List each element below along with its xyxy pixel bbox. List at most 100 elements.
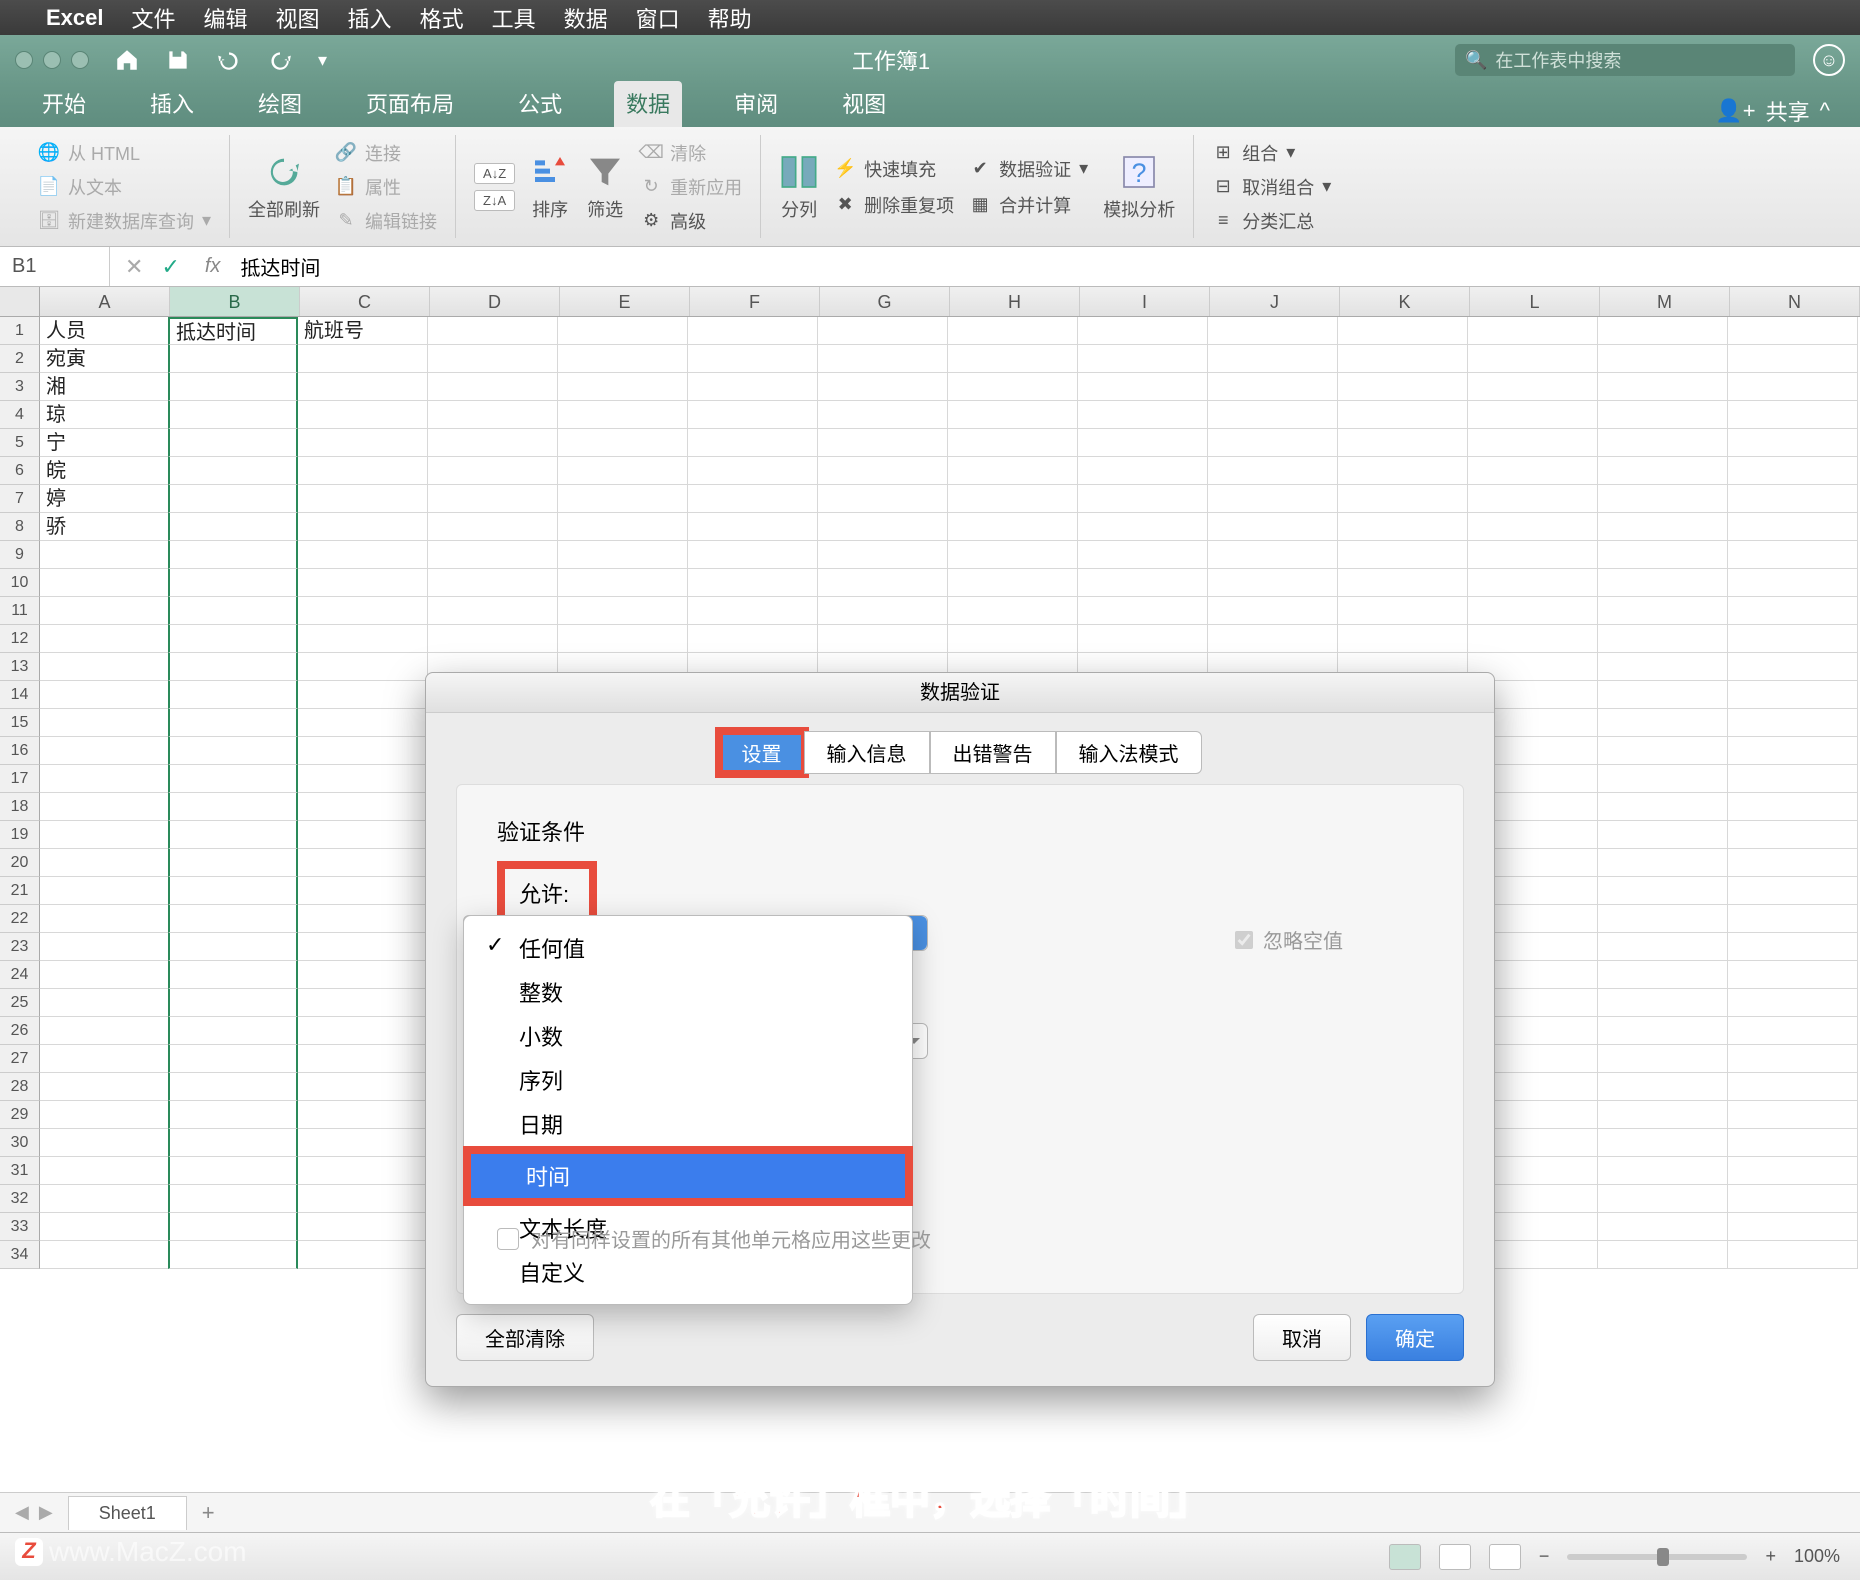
group-button[interactable]: ⊞组合▾: [1212, 140, 1331, 166]
cell[interactable]: [1598, 401, 1728, 429]
row-header[interactable]: 19: [0, 821, 40, 849]
row-header[interactable]: 34: [0, 1241, 40, 1269]
cell[interactable]: [298, 877, 428, 905]
cell[interactable]: [428, 317, 558, 345]
row-header[interactable]: 10: [0, 569, 40, 597]
cell[interactable]: [1208, 401, 1338, 429]
cell[interactable]: [298, 1045, 428, 1073]
cell[interactable]: [1208, 317, 1338, 345]
add-sheet-button[interactable]: +: [187, 1494, 230, 1532]
cell[interactable]: 人员: [40, 317, 170, 345]
row-header[interactable]: 30: [0, 1129, 40, 1157]
row-header[interactable]: 4: [0, 401, 40, 429]
cell[interactable]: [1728, 877, 1858, 905]
cell[interactable]: [1598, 1017, 1728, 1045]
cell[interactable]: [40, 569, 170, 597]
cell[interactable]: [1598, 1213, 1728, 1241]
cell[interactable]: [1598, 1157, 1728, 1185]
cell[interactable]: [948, 569, 1078, 597]
cell[interactable]: [558, 317, 688, 345]
cell[interactable]: [428, 373, 558, 401]
cell[interactable]: [1468, 373, 1598, 401]
cell[interactable]: [168, 541, 298, 569]
row-header[interactable]: 24: [0, 961, 40, 989]
col-header-F[interactable]: F: [690, 287, 820, 316]
col-header-H[interactable]: H: [950, 287, 1080, 316]
cell[interactable]: 皖: [40, 457, 170, 485]
cell[interactable]: [1728, 1045, 1858, 1073]
cell[interactable]: [1598, 653, 1728, 681]
cell[interactable]: [1728, 1073, 1858, 1101]
row-header[interactable]: 3: [0, 373, 40, 401]
minimize-window-icon[interactable]: [43, 51, 61, 69]
cell[interactable]: [40, 541, 170, 569]
search-box[interactable]: 🔍 在工作表中搜索: [1455, 44, 1795, 76]
cell[interactable]: [558, 373, 688, 401]
cell[interactable]: [168, 737, 298, 765]
col-header-E[interactable]: E: [560, 287, 690, 316]
cell[interactable]: [1728, 821, 1858, 849]
flash-fill-button[interactable]: ⚡快速填充: [834, 156, 954, 182]
cell[interactable]: [558, 597, 688, 625]
cell[interactable]: [298, 653, 428, 681]
cell[interactable]: [298, 1185, 428, 1213]
cell[interactable]: [40, 877, 170, 905]
cell[interactable]: [298, 933, 428, 961]
cell[interactable]: [1728, 653, 1858, 681]
row-header[interactable]: 32: [0, 1185, 40, 1213]
select-all-corner[interactable]: [0, 287, 40, 316]
cell[interactable]: [168, 765, 298, 793]
cell[interactable]: [168, 1073, 298, 1101]
cell[interactable]: [40, 1073, 170, 1101]
cell[interactable]: [168, 877, 298, 905]
cell[interactable]: [1208, 541, 1338, 569]
cell[interactable]: [40, 765, 170, 793]
connections-button[interactable]: 🔗连接: [335, 140, 437, 166]
cell[interactable]: [1078, 569, 1208, 597]
cell[interactable]: [818, 569, 948, 597]
dd-item-int[interactable]: 整数: [464, 970, 912, 1014]
cell[interactable]: [1598, 961, 1728, 989]
cell[interactable]: [1338, 373, 1468, 401]
cell[interactable]: [818, 457, 948, 485]
cell[interactable]: [1078, 457, 1208, 485]
col-header-G[interactable]: G: [820, 287, 950, 316]
cell[interactable]: [1598, 709, 1728, 737]
cell[interactable]: [1598, 625, 1728, 653]
menu-tools[interactable]: 工具: [492, 2, 536, 34]
row-header[interactable]: 28: [0, 1073, 40, 1101]
cell[interactable]: 琼: [40, 401, 170, 429]
cell[interactable]: [1728, 709, 1858, 737]
cell[interactable]: [1338, 513, 1468, 541]
remove-dup-button[interactable]: ✖删除重复项: [834, 192, 954, 218]
cell[interactable]: [1338, 597, 1468, 625]
cell[interactable]: [1338, 317, 1468, 345]
cell[interactable]: [40, 1101, 170, 1129]
cell[interactable]: [1598, 541, 1728, 569]
tab-review[interactable]: 审阅: [722, 81, 790, 127]
cell[interactable]: [948, 345, 1078, 373]
cell[interactable]: [298, 1101, 428, 1129]
cell[interactable]: [1598, 793, 1728, 821]
cell[interactable]: [1598, 1045, 1728, 1073]
cell[interactable]: [298, 765, 428, 793]
cell[interactable]: [558, 429, 688, 457]
cell[interactable]: [40, 793, 170, 821]
clear-all-button[interactable]: 全部清除: [456, 1314, 594, 1361]
cell[interactable]: [298, 821, 428, 849]
cell[interactable]: [168, 569, 298, 597]
home-icon[interactable]: [114, 47, 140, 73]
cell[interactable]: [1208, 457, 1338, 485]
cell[interactable]: [1728, 541, 1858, 569]
cell[interactable]: [428, 597, 558, 625]
cell[interactable]: [688, 373, 818, 401]
sort-az-buttons[interactable]: A↓Z Z↓A: [474, 163, 515, 211]
cell[interactable]: [1468, 345, 1598, 373]
qat-dropdown-icon[interactable]: ▾: [318, 50, 327, 71]
cell[interactable]: [298, 457, 428, 485]
cell[interactable]: [818, 401, 948, 429]
cell[interactable]: [1208, 569, 1338, 597]
cell[interactable]: [428, 485, 558, 513]
row-header[interactable]: 33: [0, 1213, 40, 1241]
cell[interactable]: [1208, 625, 1338, 653]
